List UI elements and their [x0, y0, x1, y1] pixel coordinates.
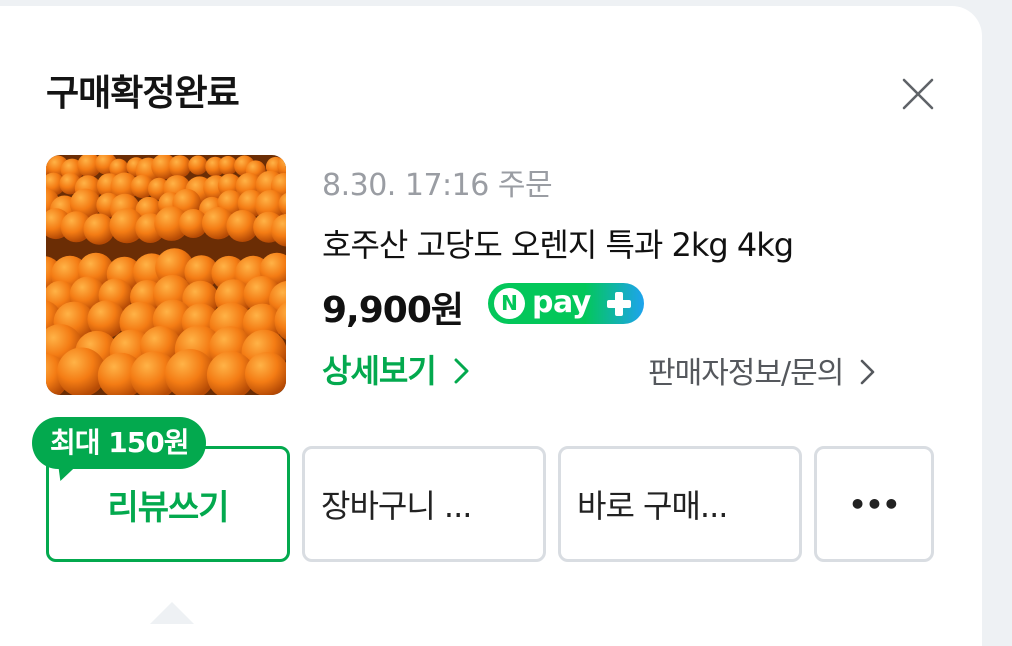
npay-n-logo: N: [494, 288, 525, 319]
close-icon[interactable]: [900, 76, 936, 112]
buy-now-button[interactable]: 바로 구매...: [558, 446, 802, 562]
cart-button[interactable]: 장바구니 ...: [302, 446, 546, 562]
orange-fruit: [188, 155, 208, 175]
more-icon: •••: [848, 487, 901, 521]
seller-info-link[interactable]: 판매자정보/문의: [648, 348, 878, 392]
plus-icon: [607, 292, 631, 316]
detail-view-link[interactable]: 상세보기: [322, 346, 472, 392]
product-thumbnail[interactable]: [46, 155, 286, 395]
more-options-button[interactable]: •••: [814, 446, 934, 562]
orange-fruit: [168, 155, 191, 178]
detail-view-label: 상세보기: [322, 352, 437, 390]
npay-text: pay: [532, 285, 591, 320]
npay-badge: N pay: [488, 283, 644, 324]
purchase-confirm-dialog: 구매확정완료 8.30. 17:16 주문 호주산 고당도 오렌지 특과 2kg…: [0, 6, 982, 646]
product-name[interactable]: 호주산 고당도 오렌지 특과 2kg 4kg: [322, 220, 794, 266]
order-timestamp: 8.30. 17:16 주문: [322, 168, 553, 203]
seller-info-label: 판매자정보/문의: [648, 356, 844, 391]
product-price: 9,900원: [322, 290, 464, 331]
reward-bubble: 최대 150원: [32, 417, 207, 469]
chevron-right-icon: [860, 359, 875, 385]
chevron-right-icon: [454, 358, 469, 384]
dialog-title: 구매확정완료: [46, 73, 240, 114]
